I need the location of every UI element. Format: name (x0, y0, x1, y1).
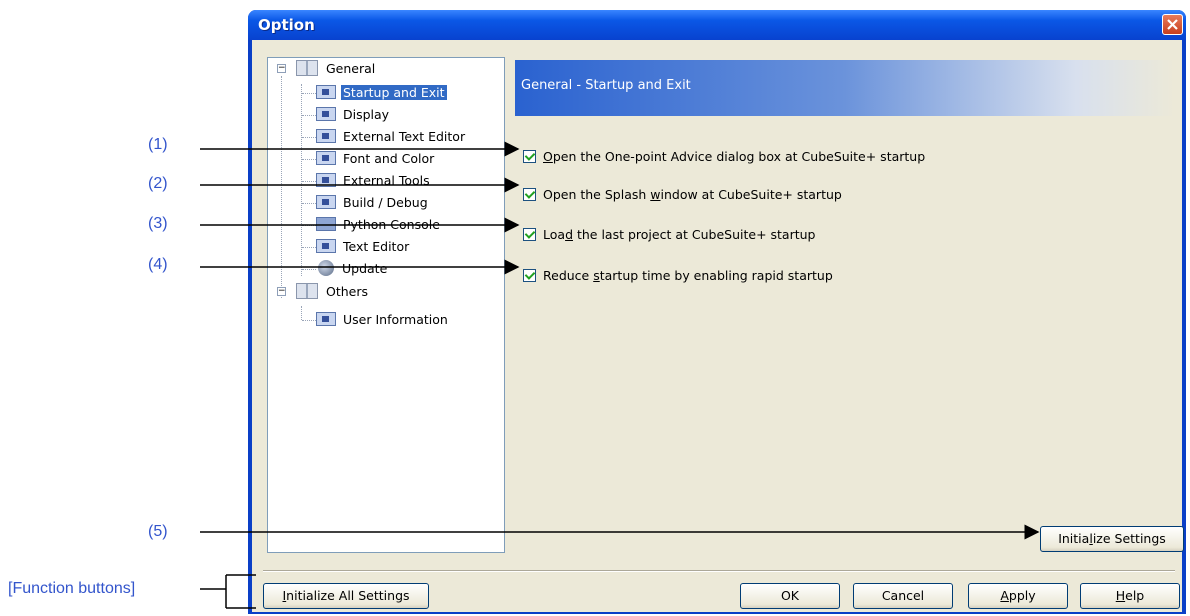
tree-connector (302, 247, 316, 248)
option-oneline-advice[interactable]: Open the One-point Advice dialog box at … (523, 149, 925, 167)
callout-3: (3) (148, 215, 168, 232)
option-label: Reduce startup time by enabling rapid st… (543, 268, 833, 283)
callout-function-buttons: [Function buttons] (8, 580, 136, 597)
callout-1: (1) (148, 136, 168, 153)
option-label: Open the One-point Advice dialog box at … (543, 149, 926, 164)
tree-connector (302, 269, 316, 270)
tree-item-others[interactable]: Others (296, 282, 370, 302)
tree-connector (281, 76, 282, 298)
checkbox-checked-icon[interactable] (523, 188, 536, 201)
initialize-settings-button[interactable]: Initialize Settings (1040, 526, 1184, 552)
dialog-client-area: − General Startup and Exit Display Exter… (252, 40, 1184, 612)
ok-button[interactable]: OK (740, 583, 840, 609)
callout-4: (4) (148, 256, 168, 273)
category-tree[interactable]: − General Startup and Exit Display Exter… (267, 57, 505, 553)
expand-collapse-others[interactable]: − (277, 287, 286, 296)
update-icon (318, 260, 334, 276)
panel-header-title: General - Startup and Exit (521, 78, 691, 93)
book-icon (296, 283, 318, 299)
tree-item-build-debug[interactable]: Build / Debug (316, 193, 430, 213)
page-icon (316, 129, 336, 143)
panel-header: General - Startup and Exit (515, 60, 1175, 116)
tree-item-python-console[interactable]: Python Console (316, 215, 442, 235)
title-bar[interactable]: Option (248, 10, 1186, 40)
close-icon (1167, 19, 1178, 30)
page-icon (316, 85, 336, 99)
dialog-title: Option (258, 16, 315, 34)
tree-connector (301, 306, 302, 320)
tree-connector (302, 203, 316, 204)
tree-item-display[interactable]: Display (316, 105, 391, 125)
callout-2: (2) (148, 175, 168, 192)
page-icon (316, 151, 336, 165)
tree-item-text-editor[interactable]: Text Editor (316, 237, 411, 257)
option-load-last-project[interactable]: Load the last project at CubeSuite+ star… (523, 227, 816, 245)
expand-collapse-general[interactable]: − (277, 64, 286, 73)
apply-button[interactable]: Apply (968, 583, 1068, 609)
tree-connector (302, 225, 316, 226)
divider (263, 570, 1175, 572)
checkbox-checked-icon[interactable] (523, 269, 536, 282)
tree-item-general[interactable]: General (296, 59, 377, 79)
cancel-button[interactable]: Cancel (853, 583, 953, 609)
tree-item-startup-and-exit[interactable]: Startup and Exit (316, 83, 447, 103)
python-icon (316, 217, 336, 231)
book-icon (296, 60, 318, 76)
tree-item-external-tools[interactable]: External Tools (316, 171, 432, 191)
tree-item-update[interactable]: Update (318, 259, 389, 279)
tree-item-user-information[interactable]: User Information (316, 310, 450, 330)
tree-connector (302, 93, 316, 94)
callout-5: (5) (148, 523, 168, 540)
tree-connector (302, 181, 316, 182)
tree-item-font-and-color[interactable]: Font and Color (316, 149, 436, 169)
initialize-all-settings-button[interactable]: Initialize All Settings (263, 583, 429, 609)
option-label: Load the last project at CubeSuite+ star… (543, 227, 816, 242)
checkbox-checked-icon[interactable] (523, 228, 536, 241)
close-button[interactable] (1162, 14, 1183, 35)
page-icon (316, 239, 336, 253)
option-splash-window[interactable]: Open the Splash window at CubeSuite+ sta… (523, 187, 842, 205)
page-icon (316, 312, 336, 326)
help-button[interactable]: Help (1080, 583, 1180, 609)
option-rapid-startup[interactable]: Reduce startup time by enabling rapid st… (523, 268, 833, 286)
tree-connector (302, 115, 316, 116)
tree-item-external-text-editor[interactable]: External Text Editor (316, 127, 467, 147)
tree-connector (302, 137, 316, 138)
page-icon (316, 173, 336, 187)
option-label: Open the Splash window at CubeSuite+ sta… (543, 187, 842, 202)
page-icon (316, 107, 336, 121)
tree-connector (302, 159, 316, 160)
option-dialog: Option − General Startup and Exit Displa… (248, 10, 1186, 614)
tree-connector (302, 320, 316, 321)
checkbox-checked-icon[interactable] (523, 150, 536, 163)
page-icon (316, 195, 336, 209)
